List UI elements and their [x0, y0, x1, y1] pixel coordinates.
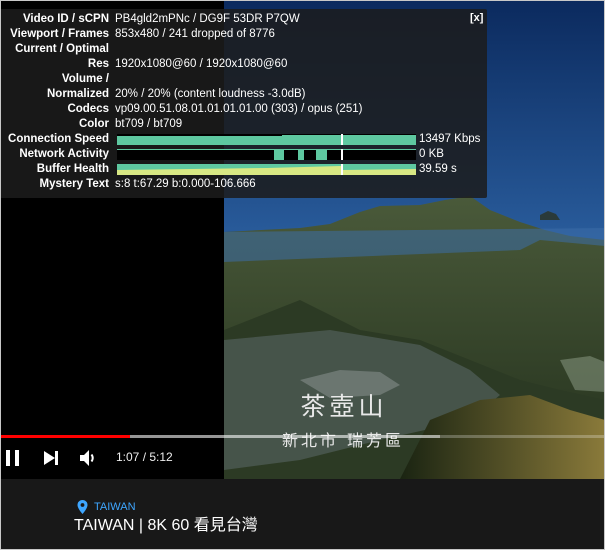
video-title: TAIWAN | 8K 60 看見台灣 — [74, 517, 258, 534]
stats-close-button[interactable]: [x] — [470, 12, 483, 24]
stats-for-nerds-panel: [x] Video ID / sCPN PB4gld2mPNc / DG9F 5… — [0, 9, 487, 198]
stats-value: PB4gld2mPNc / DG9F 53DR P7QW — [115, 13, 300, 25]
pause-icon — [6, 450, 19, 466]
stats-value: 0 KB — [419, 148, 444, 160]
time-display: 1:07 / 5:12 — [116, 450, 173, 464]
stats-value: s:8 t:67.29 b:0.000-106.666 — [115, 178, 256, 190]
stats-value: 1920x1080@60 / 1920x1080@60 — [115, 58, 288, 70]
stats-label: Color — [78, 118, 109, 130]
volume-icon — [80, 450, 94, 466]
overlay-title-sub: 新北市 瑞芳區 — [282, 431, 404, 450]
stats-value: 39.59 s — [419, 163, 457, 175]
stats-value: bt709 / bt709 — [115, 118, 183, 130]
stats-label: Codecs — [67, 103, 109, 115]
stats-label: Network Activity — [19, 148, 109, 160]
next-button[interactable] — [42, 450, 60, 466]
stats-value: 853x480 / 241 dropped of 8776 — [115, 28, 275, 40]
next-icon — [44, 451, 58, 465]
stats-label: Normalized — [47, 88, 109, 100]
stats-value: 13497 Kbps — [419, 133, 481, 145]
progress-bar[interactable] — [0, 435, 605, 438]
network-activity-graph — [117, 149, 416, 160]
video-info-section: TAIWAN TAIWAN | 8K 60 看見台灣 — [0, 479, 605, 550]
progress-played — [0, 435, 130, 438]
progress-loaded — [129, 435, 440, 438]
stats-label: Res — [87, 58, 109, 70]
connection-speed-graph — [117, 134, 416, 145]
stats-value: 20% / 20% (content loudness -3.0dB) — [115, 88, 306, 100]
location-label: TAIWAN — [94, 501, 136, 513]
play-pause-button[interactable] — [4, 449, 22, 467]
stats-label: Buffer Health — [36, 163, 109, 175]
stats-value: vp09.00.51.08.01.01.01.01.00 (303) / opu… — [115, 103, 363, 115]
stats-label: Mystery Text — [39, 178, 109, 190]
overlay-title-main: 茶壺山 — [300, 392, 387, 421]
volume-button[interactable] — [78, 449, 98, 467]
buffer-health-graph — [117, 164, 416, 175]
stats-label: Connection Speed — [8, 133, 109, 145]
stats-label: Video ID / sCPN — [22, 13, 109, 25]
video-player[interactable]: 茶壺山 新北市 瑞芳區 [x] Video ID / sCPN PB4gld2m… — [0, 0, 605, 479]
stats-label: Viewport / Frames — [10, 28, 109, 40]
stats-label: Volume / — [61, 73, 109, 85]
stats-label: Current / Optimal — [15, 43, 109, 55]
